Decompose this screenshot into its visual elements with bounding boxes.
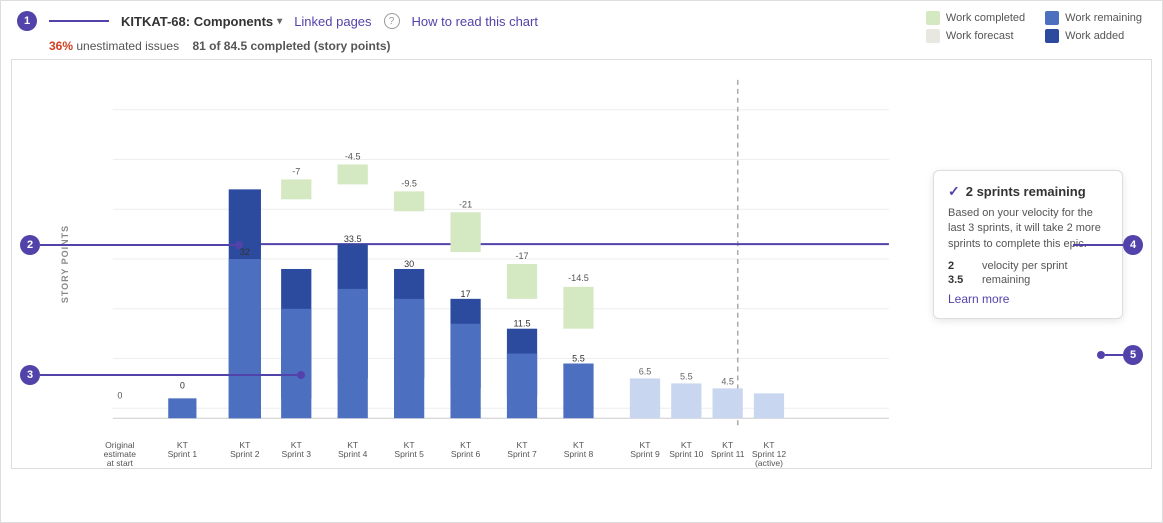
annotation-badge-2: 2 — [20, 235, 40, 255]
annotation-badge-4: 4 — [1123, 235, 1143, 255]
svg-text:5.5: 5.5 — [572, 354, 585, 364]
svg-text:30: 30 — [404, 259, 414, 269]
forecast-stats: 2 velocity per sprint 3.5 remaining — [948, 260, 1108, 286]
subtitle-text: unestimated issues — [76, 39, 179, 53]
legend-forecast-label: Work forecast — [946, 30, 1014, 42]
annotation-3-group: 3 — [20, 365, 305, 385]
velocity-stat: 2 velocity per sprint — [948, 260, 1108, 272]
svg-text:-7: -7 — [292, 166, 300, 176]
annotation-line-3 — [40, 374, 297, 376]
svg-text:Sprint 3: Sprint 3 — [282, 449, 312, 459]
svg-text:-21: -21 — [459, 199, 472, 209]
remaining-num: 3.5 — [948, 274, 976, 286]
annotation-5-group: 5 — [1097, 345, 1143, 365]
completed-text: 81 of 84.5 completed (story points) — [192, 39, 390, 53]
annotation-line-1 — [49, 20, 109, 22]
annotation-badge-3: 3 — [20, 365, 40, 385]
svg-text:-4.5: -4.5 — [345, 152, 361, 162]
chart-area: STORY POINTS 0 — [11, 59, 1152, 469]
svg-text:-14.5: -14.5 — [568, 273, 589, 283]
legend-added-label: Work added — [1065, 30, 1124, 42]
help-icon[interactable]: ? — [384, 13, 400, 29]
page-container: 1 KITKAT-68: Components ▾ Linked pages ?… — [0, 0, 1163, 523]
swatch-forecast — [926, 29, 940, 43]
svg-text:Sprint 10: Sprint 10 — [669, 449, 704, 459]
board-title: KITKAT-68: Components ▾ — [121, 14, 282, 29]
legend-remaining-label: Work remaining — [1065, 12, 1142, 24]
remaining-label: remaining — [982, 274, 1030, 286]
svg-text:Sprint 1: Sprint 1 — [168, 449, 198, 459]
svg-text:Sprint 7: Sprint 7 — [507, 449, 537, 459]
legend-forecast: Work forecast — [926, 29, 1025, 43]
how-to-link[interactable]: How to read this chart — [412, 14, 538, 29]
annotation-badge-5: 5 — [1123, 345, 1143, 365]
swatch-completed — [926, 11, 940, 25]
legend-added: Work added — [1045, 29, 1142, 43]
annotation-badge-1: 1 — [17, 11, 37, 31]
legend-group-left: Work completed Work forecast — [926, 11, 1025, 43]
annotation-dot-5 — [1097, 351, 1105, 359]
svg-text:Sprint 8: Sprint 8 — [564, 449, 594, 459]
board-title-text: KITKAT-68: Components — [121, 14, 273, 29]
svg-text:Sprint 4: Sprint 4 — [338, 449, 368, 459]
svg-text:(active): (active) — [755, 458, 783, 468]
svg-text:Sprint 11: Sprint 11 — [711, 449, 745, 459]
svg-text:Sprint 5: Sprint 5 — [394, 449, 424, 459]
legend-remaining: Work remaining — [1045, 11, 1142, 25]
svg-text:6.5: 6.5 — [639, 367, 652, 377]
annotation-line-4 — [1073, 244, 1123, 246]
velocity-num: 2 — [948, 260, 976, 272]
legend-completed: Work completed — [926, 11, 1025, 25]
forecast-title-text: 2 sprints remaining — [966, 184, 1086, 199]
svg-text:Sprint 6: Sprint 6 — [451, 449, 481, 459]
annotation-line-5 — [1105, 354, 1123, 356]
svg-text:Sprint 9: Sprint 9 — [630, 449, 660, 459]
annotation-2-group: 2 — [20, 235, 243, 255]
svg-text:of epic: of epic — [107, 467, 133, 468]
svg-text:4.5: 4.5 — [721, 376, 734, 386]
svg-text:33.5: 33.5 — [344, 234, 362, 244]
swatch-added — [1045, 29, 1059, 43]
svg-text:0: 0 — [117, 390, 122, 400]
svg-text:5.5: 5.5 — [680, 371, 693, 381]
unestimated-pct: 36% — [49, 39, 73, 53]
annotation-dot-2 — [235, 241, 243, 249]
check-icon: ✓ — [948, 183, 960, 200]
annotation-dot-3 — [297, 371, 305, 379]
svg-text:Sprint 2: Sprint 2 — [230, 449, 260, 459]
linked-pages-link[interactable]: Linked pages — [294, 14, 371, 29]
legend-group-right: Work remaining Work added — [1045, 11, 1142, 43]
svg-text:17: 17 — [461, 289, 471, 299]
velocity-label: velocity per sprint — [982, 260, 1068, 272]
legend-completed-label: Work completed — [946, 12, 1025, 24]
svg-text:11.5: 11.5 — [514, 319, 531, 329]
swatch-remaining — [1045, 11, 1059, 25]
legend: Work completed Work forecast Work remain… — [926, 11, 1142, 43]
board-title-caret[interactable]: ▾ — [277, 16, 282, 27]
svg-text:-9.5: -9.5 — [401, 178, 417, 188]
annotation-line-2 — [40, 244, 235, 246]
annotation-4-group: 4 — [1073, 235, 1143, 255]
svg-text:-17: -17 — [515, 251, 528, 261]
learn-more-link[interactable]: Learn more — [948, 292, 1108, 306]
remaining-stat: 3.5 remaining — [948, 274, 1108, 286]
forecast-title: ✓ 2 sprints remaining — [948, 183, 1108, 200]
